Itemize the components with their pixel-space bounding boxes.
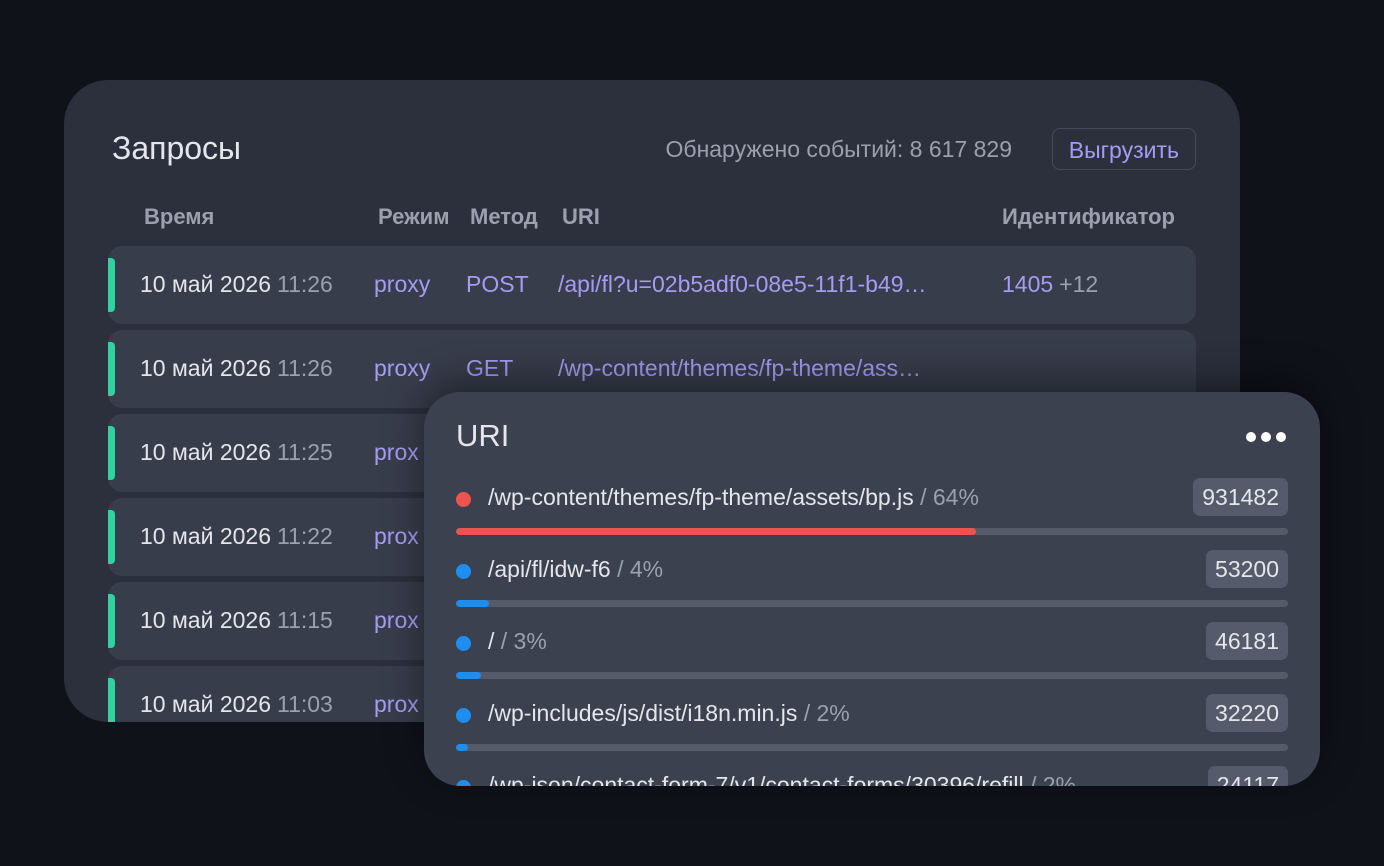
series-color-dot (456, 564, 471, 579)
uri-path: /wp-json/contact-form-7/v1/contact-forms… (488, 772, 1024, 786)
popup-title: URI (456, 418, 510, 453)
row-date: 10 май 2026 (140, 523, 271, 549)
row-time: 11:26 (276, 355, 333, 381)
row-date: 10 май 2026 (140, 691, 271, 717)
progress-track (456, 600, 1288, 607)
uri-stat-label: /api/fl/idw-f6 / 4% (488, 556, 663, 583)
export-button[interactable]: Выгрузить (1051, 128, 1196, 170)
uri-count-badge: 931482 (1193, 478, 1288, 516)
uri-percent: / 3% (500, 628, 547, 654)
uri-path: /wp-content/themes/fp-theme/assets/bp.js (488, 484, 914, 510)
uri-stat-label: /wp-content/themes/fp-theme/assets/bp.js… (488, 484, 979, 511)
row-mode: prox (374, 439, 419, 465)
status-indicator (108, 594, 115, 648)
column-header-mode[interactable]: Режим (378, 204, 449, 230)
uri-percent: / 2% (1029, 772, 1077, 786)
row-time: 11:22 (276, 523, 333, 549)
uri-count-badge: 24117 (1207, 766, 1288, 786)
more-horizontal-icon[interactable] (1246, 432, 1286, 442)
status-indicator (108, 678, 115, 722)
column-header-method[interactable]: Метод (470, 204, 538, 230)
row-identifier-cell: 1405 +12 (1002, 271, 1098, 298)
uri-path: / (488, 628, 495, 654)
uri-count-badge: 32220 (1206, 694, 1288, 732)
row-method: GET (466, 355, 514, 381)
uri-stat-item[interactable]: / / 3% 46181 (456, 622, 1288, 694)
row-time: 11:25 (276, 439, 333, 465)
series-color-dot (456, 492, 471, 507)
row-mode: proxy (374, 355, 431, 381)
row-datetime: 10 май 2026 11:26 (140, 271, 333, 298)
row-mode: prox (374, 607, 419, 633)
table-row[interactable]: 10 май 2026 11:26 proxy POST /api/fl?u=02… (108, 246, 1196, 324)
uri-count-badge: 46181 (1206, 622, 1288, 660)
progress-fill (456, 672, 481, 679)
column-header-uri[interactable]: URI (562, 204, 600, 230)
row-mode: prox (374, 523, 419, 549)
column-header-identifier[interactable]: Идентификатор (1002, 204, 1175, 230)
uri-percent: / 64% (920, 484, 979, 510)
row-identifier-cell (1002, 355, 1008, 382)
row-uri[interactable]: /api/fl?u=02b5adf0-08e5-11f1-b49… (558, 271, 927, 298)
progress-fill (456, 600, 490, 607)
uri-stat-item[interactable]: /api/fl/idw-f6 / 4% 53200 (456, 550, 1288, 622)
row-uri[interactable]: /wp-content/themes/fp-theme/ass… (558, 355, 921, 382)
row-time: 11:03 (276, 691, 333, 717)
uri-percent: / 2% (803, 700, 850, 726)
row-identifier[interactable]: 1405 (1002, 271, 1053, 297)
uri-popup: URI /wp-content/themes/fp-theme/assets/b… (424, 392, 1320, 786)
row-datetime: 10 май 2026 11:25 (140, 439, 333, 466)
series-color-dot (456, 636, 471, 651)
progress-track (456, 672, 1288, 679)
row-date: 10 май 2026 (140, 439, 271, 465)
row-datetime: 10 май 2026 11:22 (140, 523, 333, 550)
row-time: 11:15 (276, 607, 333, 633)
row-mode: proxy (374, 271, 431, 297)
series-color-dot (456, 708, 471, 723)
row-identifier-extra[interactable]: +12 (1059, 271, 1098, 297)
status-indicator (108, 510, 115, 564)
progress-track (456, 744, 1288, 751)
uri-count-badge: 53200 (1206, 550, 1288, 588)
series-color-dot (456, 780, 471, 786)
status-indicator (108, 342, 115, 396)
row-mode: prox (374, 691, 419, 717)
page-title: Запросы (112, 130, 242, 166)
row-date: 10 май 2026 (140, 607, 271, 633)
row-time: 11:26 (276, 271, 333, 297)
column-header-time[interactable]: Время (144, 204, 214, 230)
uri-stat-item[interactable]: /wp-json/contact-form-7/v1/contact-forms… (456, 766, 1288, 786)
row-datetime: 10 май 2026 11:03 (140, 691, 333, 718)
uri-stat-label: / / 3% (488, 628, 547, 655)
events-count: Обнаружено событий: 8 617 829 (665, 136, 1013, 162)
row-date: 10 май 2026 (140, 271, 271, 297)
row-datetime: 10 май 2026 11:26 (140, 355, 333, 382)
uri-stat-item[interactable]: /wp-content/themes/fp-theme/assets/bp.js… (456, 478, 1288, 550)
uri-path: /api/fl/idw-f6 (488, 556, 611, 582)
uri-stat-label: /wp-json/contact-form-7/v1/contact-forms… (488, 772, 1076, 786)
uri-percent: / 4% (617, 556, 664, 582)
progress-track (456, 528, 1288, 535)
uri-path: /wp-includes/js/dist/i18n.min.js (488, 700, 798, 726)
status-indicator (108, 426, 115, 480)
row-date: 10 май 2026 (140, 355, 271, 381)
row-method: POST (466, 271, 529, 297)
uri-stat-label: /wp-includes/js/dist/i18n.min.js / 2% (488, 700, 850, 727)
status-indicator (108, 258, 115, 312)
progress-fill (456, 528, 976, 535)
row-datetime: 10 май 2026 11:15 (140, 607, 333, 634)
uri-stat-item[interactable]: /wp-includes/js/dist/i18n.min.js / 2% 32… (456, 694, 1288, 766)
progress-fill (456, 744, 469, 751)
